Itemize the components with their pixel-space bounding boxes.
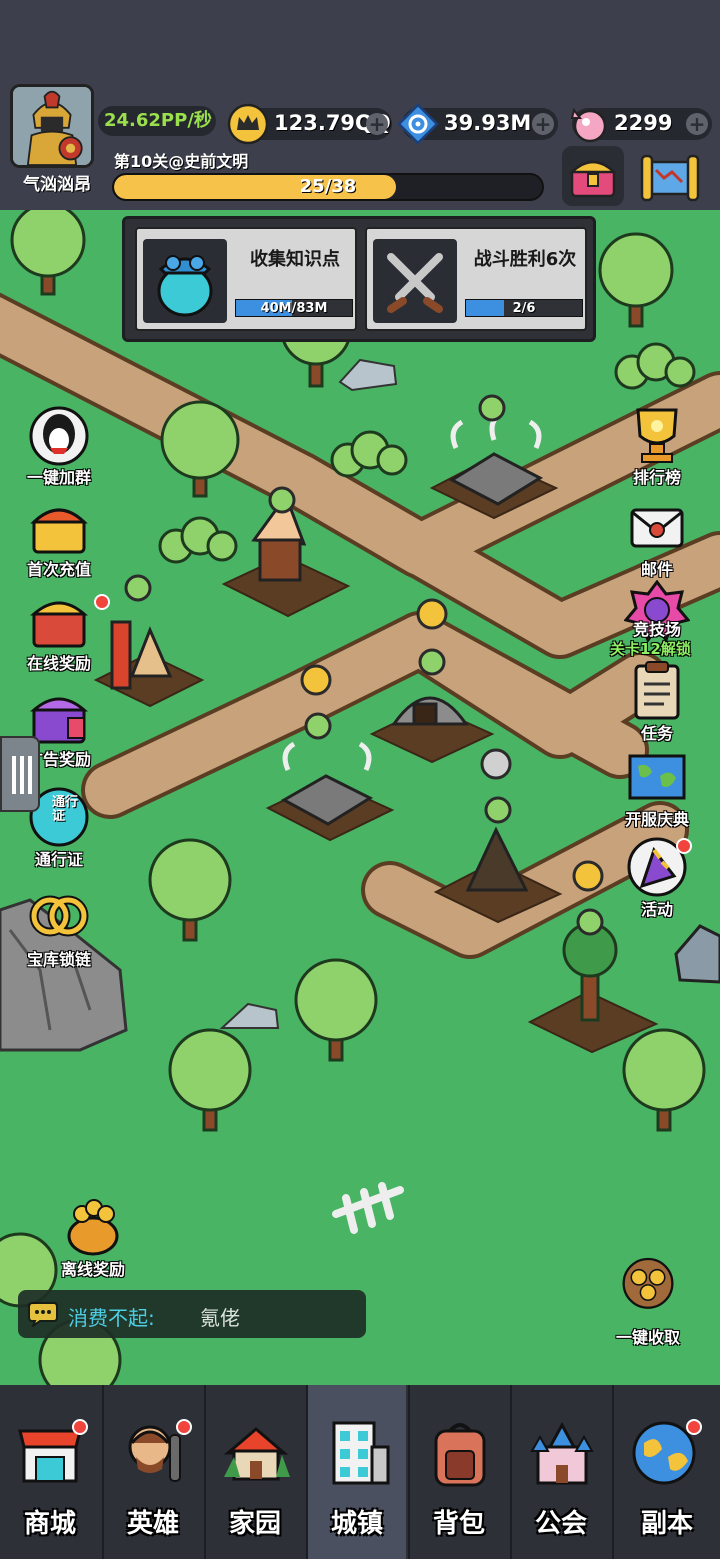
tab-dungeon[interactable]: 副本: [612, 1385, 720, 1559]
candy-value: 2299: [614, 111, 673, 135]
top-bar: 气汹汹昂 24.62PP/秒 123.79QQ + 39.93M + 2299 …: [0, 0, 720, 210]
player-avatar[interactable]: [10, 84, 94, 168]
world-map-button[interactable]: [636, 148, 704, 206]
server-celebration-button[interactable]: 开服庆典: [612, 746, 702, 830]
tab-heroes[interactable]: 英雄: [102, 1385, 202, 1559]
offline-reward-button[interactable]: 离线奖励: [48, 1196, 138, 1280]
chain-icon: [29, 895, 89, 937]
notification-dot: [676, 838, 692, 854]
chat-ticker[interactable]: 消费不起: 氪佬: [18, 1290, 366, 1338]
chat-bubble-icon: [28, 1302, 58, 1327]
gem-counter: 39.93M +: [397, 103, 558, 145]
button-label: 首次充值: [26, 560, 91, 579]
quest-progress-text: 40M/83M: [260, 301, 328, 316]
blue-swirl-gem-icon: [397, 103, 439, 145]
tab-label: 背包: [432, 1509, 485, 1539]
trophy-icon: [636, 408, 678, 463]
button-label: 一键收取: [615, 1328, 680, 1347]
chat-sender: 消费不起:: [68, 1306, 155, 1330]
button-label: 开服庆典: [624, 810, 689, 829]
home-icon: [223, 1427, 290, 1481]
tab-label: 家园: [228, 1509, 281, 1539]
tasks-button[interactable]: 任务: [612, 660, 702, 744]
treasure-chest-icon: [568, 160, 618, 198]
button-label: 排行榜: [632, 468, 681, 487]
leaderboard-button[interactable]: 排行榜: [612, 404, 702, 488]
points-per-second: 24.62PP/秒: [98, 106, 216, 136]
backpack-icon: [434, 1423, 486, 1487]
envelope-icon: [630, 508, 684, 548]
tab-shop[interactable]: 商城: [0, 1385, 100, 1559]
gold-chest-icon: [30, 508, 88, 554]
quest-progress-bar: 2/6: [465, 299, 583, 317]
tab-home[interactable]: 家园: [204, 1385, 304, 1559]
tab-backpack[interactable]: 背包: [408, 1385, 508, 1559]
notification-dot: [176, 1419, 192, 1435]
button-label: 通行证: [34, 850, 83, 869]
quest-card-collect[interactable]: 收集知识点 40M/83M: [135, 227, 357, 331]
crown-coin-icon: [227, 103, 269, 145]
mail-button[interactable]: 邮件: [612, 496, 702, 580]
collect-all-icon: [622, 1257, 674, 1309]
world-map-icon: [628, 754, 686, 800]
tab-label: 公会: [534, 1509, 587, 1539]
button-label: 一键加群: [26, 468, 91, 487]
map-scroll-icon: [640, 154, 700, 202]
tab-town[interactable]: 城镇: [306, 1385, 406, 1559]
quest-progress-text: 2/6: [512, 301, 536, 316]
crossed-swords-icon: [373, 239, 457, 323]
online-reward-button[interactable]: 在线奖励: [14, 590, 110, 674]
quest-panel: 收集知识点 40M/83M 战斗胜利6次 2/6: [122, 216, 596, 342]
button-label: 离线奖励: [60, 1260, 125, 1279]
vault-chain-button[interactable]: 宝库锁链: [14, 886, 104, 970]
penguin-icon: [29, 406, 89, 466]
quest-card-battle[interactable]: 战斗胜利6次 2/6: [365, 227, 587, 331]
warrior-portrait-icon: [13, 87, 91, 165]
notification-dot: [94, 594, 110, 610]
quest-title: 战斗胜利6次: [473, 249, 577, 270]
join-group-button[interactable]: 一键加群: [14, 404, 104, 488]
button-label: 邮件: [640, 560, 673, 579]
arena-unlock-hint: 关卡12解锁: [610, 640, 691, 658]
events-button[interactable]: 活动: [612, 836, 702, 920]
stage-progress-bar: 25/38: [112, 173, 544, 201]
castle-icon: [530, 1421, 594, 1485]
player-name: 气汹汹昂: [23, 175, 91, 195]
tab-label: 英雄: [126, 1509, 179, 1539]
quest-title: 收集知识点: [250, 249, 340, 270]
tab-label: 城镇: [330, 1509, 383, 1539]
blue-pot-icon: [143, 239, 227, 323]
gem-value: 39.93M: [444, 111, 532, 135]
notification-dot: [686, 1419, 702, 1435]
tab-label: 副本: [640, 1509, 693, 1539]
clipboard-icon: [634, 661, 680, 720]
notification-dot: [72, 1419, 88, 1435]
quest-progress-bar: 40M/83M: [235, 299, 353, 317]
button-label: 宝库锁链: [26, 950, 91, 969]
button-label: 在线奖励: [26, 654, 91, 673]
tab-label: 商城: [23, 1509, 76, 1539]
first-recharge-button[interactable]: 首次充值: [14, 496, 104, 580]
side-drawer-handle[interactable]: [0, 736, 40, 812]
candy-counter: 2299 +: [570, 107, 712, 143]
button-label: 活动: [640, 900, 673, 919]
red-chest-icon: [30, 601, 88, 648]
chat-message: 氪佬: [200, 1306, 240, 1330]
button-label: 任务: [640, 724, 673, 743]
button-label: 竞技场: [632, 620, 681, 639]
stage-progress-text: 25/38: [299, 176, 357, 197]
candy-add-button[interactable]: +: [686, 113, 708, 135]
gem-add-button[interactable]: +: [532, 113, 554, 135]
crown-coin-counter: 123.79QQ +: [227, 103, 392, 145]
collect-all-button[interactable]: 一键收取: [602, 1256, 694, 1348]
bottom-nav: 商城 英雄 家园 城镇 背包 公会 副本: [0, 1385, 720, 1559]
tab-guild[interactable]: 公会: [510, 1385, 610, 1559]
pass-icon-text: 通行证: [52, 795, 79, 824]
treasure-chest-button[interactable]: [562, 146, 624, 206]
stage-label: 第10关@史前文明: [114, 152, 249, 171]
town-icon: [332, 1421, 390, 1485]
crown-coin-add-button[interactable]: +: [366, 113, 388, 135]
candy-icon: [570, 107, 607, 143]
gold-pot-icon: [67, 1199, 119, 1256]
